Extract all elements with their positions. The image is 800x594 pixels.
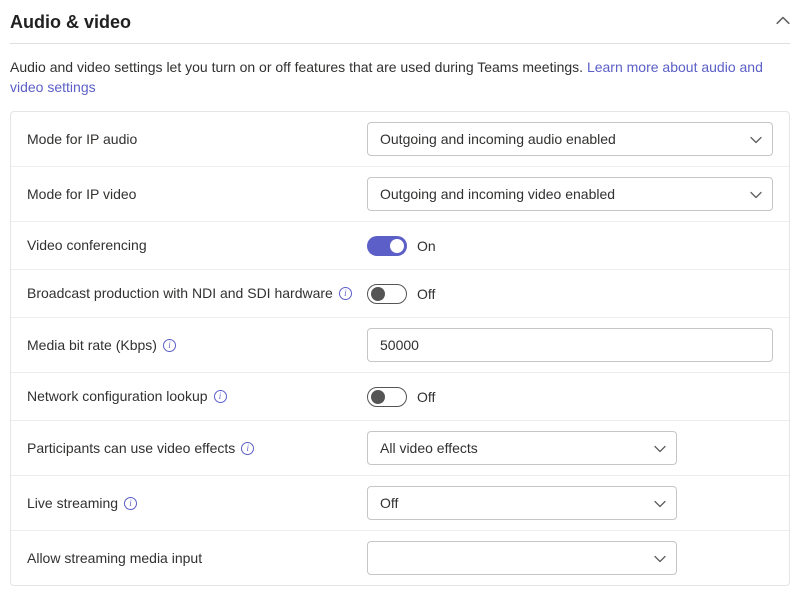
input-media-bitrate[interactable] (367, 328, 773, 362)
info-icon[interactable]: i (241, 442, 254, 455)
select-video-effects[interactable]: All video effects (367, 431, 677, 465)
toggle-state-label: On (417, 238, 436, 254)
toggle-ndi-sdi[interactable] (367, 284, 407, 304)
label-ip-video: Mode for IP video (27, 185, 367, 204)
select-ip-audio[interactable]: Outgoing and incoming audio enabled (367, 122, 773, 156)
info-icon[interactable]: i (124, 497, 137, 510)
row-ip-video: Mode for IP video Outgoing and incoming … (11, 167, 789, 222)
toggle-state-label: Off (417, 286, 435, 302)
info-icon[interactable]: i (163, 339, 176, 352)
section-header: Audio & video (10, 8, 790, 44)
settings-panel: Mode for IP audio Outgoing and incoming … (10, 111, 790, 586)
toggle-state-label: Off (417, 389, 435, 405)
label-live-streaming: Live streaming i (27, 494, 367, 513)
info-icon[interactable]: i (214, 390, 227, 403)
row-live-streaming: Live streaming i Off (11, 476, 789, 531)
label-streaming-input: Allow streaming media input (27, 549, 367, 568)
label-video-conferencing: Video conferencing (27, 236, 367, 255)
row-network-lookup: Network configuration lookup i Off (11, 373, 789, 421)
row-video-conferencing: Video conferencing On (11, 222, 789, 270)
select-live-streaming[interactable]: Off (367, 486, 677, 520)
row-video-effects: Participants can use video effects i All… (11, 421, 789, 476)
label-ip-audio: Mode for IP audio (27, 130, 367, 149)
toggle-network-lookup[interactable] (367, 387, 407, 407)
info-icon[interactable]: i (339, 287, 352, 300)
label-ndi-sdi: Broadcast production with NDI and SDI ha… (27, 284, 367, 303)
chevron-up-icon[interactable] (776, 14, 790, 31)
section-description: Audio and video settings let you turn on… (10, 58, 790, 97)
row-ip-audio: Mode for IP audio Outgoing and incoming … (11, 112, 789, 167)
toggle-video-conferencing[interactable] (367, 236, 407, 256)
label-video-effects: Participants can use video effects i (27, 439, 367, 458)
row-streaming-input: Allow streaming media input (11, 531, 789, 585)
select-streaming-input[interactable] (367, 541, 677, 575)
select-ip-video[interactable]: Outgoing and incoming video enabled (367, 177, 773, 211)
chevron-down-icon (654, 552, 666, 564)
chevron-down-icon (750, 133, 762, 145)
row-ndi-sdi: Broadcast production with NDI and SDI ha… (11, 270, 789, 318)
label-media-bitrate: Media bit rate (Kbps) i (27, 336, 367, 355)
row-media-bitrate: Media bit rate (Kbps) i (11, 318, 789, 373)
section-title: Audio & video (10, 12, 131, 33)
chevron-down-icon (654, 497, 666, 509)
label-network-lookup: Network configuration lookup i (27, 387, 367, 406)
chevron-down-icon (750, 188, 762, 200)
chevron-down-icon (654, 442, 666, 454)
